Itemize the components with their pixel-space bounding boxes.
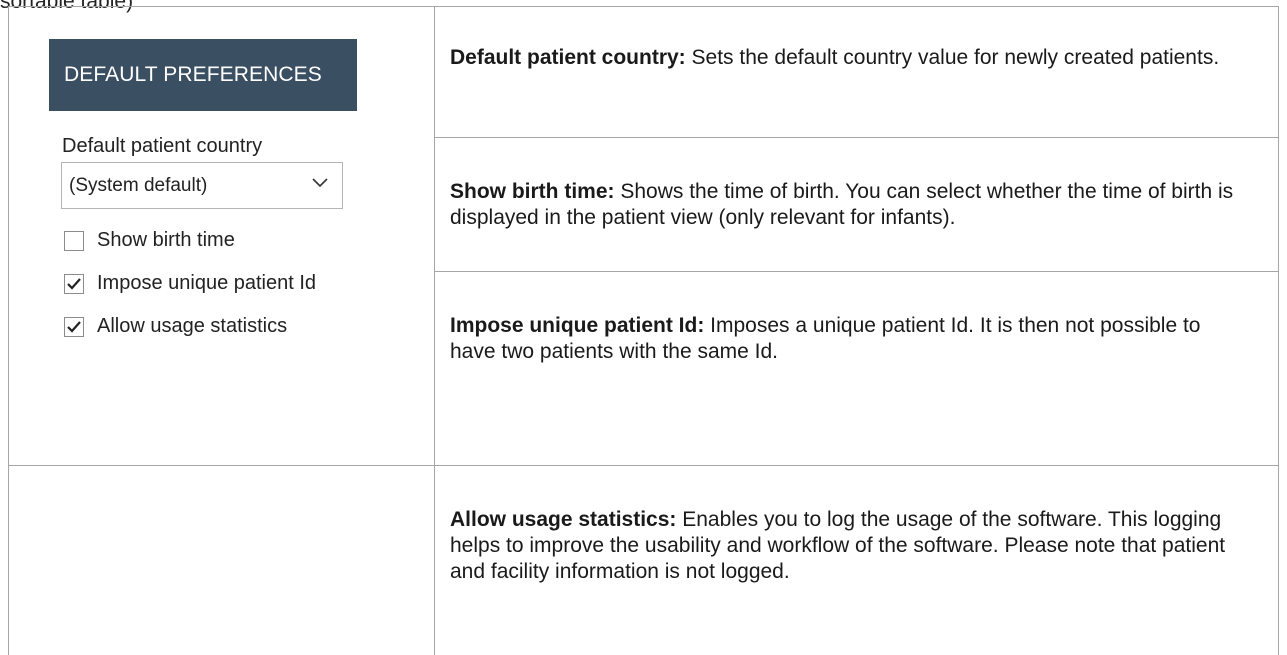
preferences-header: DEFAULT PREFERENCES (49, 39, 357, 111)
row-divider-3 (8, 465, 1279, 466)
description-term: Show birth time: (450, 180, 615, 203)
description-show-birth-time: Show birth time: Shows the time of birth… (450, 179, 1280, 231)
checkbox-label: Allow usage statistics (97, 315, 288, 337)
show-birth-time-checkbox[interactable]: Show birth time (64, 229, 235, 252)
table-border-middle (434, 6, 435, 655)
checkbox-checked-icon (64, 273, 84, 294)
description-term: Default patient country: (450, 46, 686, 69)
row-divider-1 (435, 137, 1279, 138)
checkbox-unchecked-icon (64, 230, 84, 251)
allow-usage-statistics-checkbox[interactable]: Allow usage statistics (64, 315, 287, 338)
checkbox-label: Show birth time (97, 229, 235, 251)
description-default-country: Default patient country: Sets the defaul… (450, 45, 1240, 71)
table-border-left (8, 6, 9, 655)
checkbox-label: Impose unique patient Id (97, 272, 317, 294)
table-border-top (8, 6, 1279, 7)
description-term: Allow usage statistics: (450, 508, 677, 531)
description-term: Impose unique patient Id: (450, 314, 705, 337)
checkbox-checked-icon (64, 316, 84, 337)
description-text: Sets the default country value for newly… (685, 46, 1220, 69)
description-allow-usage-statistics: Allow usage statistics: Enables you to l… (450, 507, 1250, 585)
country-field-label: Default patient country (62, 135, 263, 157)
table-border-right (1278, 6, 1279, 655)
row-divider-2 (435, 271, 1279, 272)
chevron-down-icon (312, 178, 328, 188)
country-select[interactable]: (System default) (61, 162, 343, 209)
description-impose-unique-id: Impose unique patient Id: Imposes a uniq… (450, 313, 1250, 365)
impose-unique-id-checkbox[interactable]: Impose unique patient Id (64, 272, 316, 295)
country-select-value: (System default) (69, 174, 208, 196)
